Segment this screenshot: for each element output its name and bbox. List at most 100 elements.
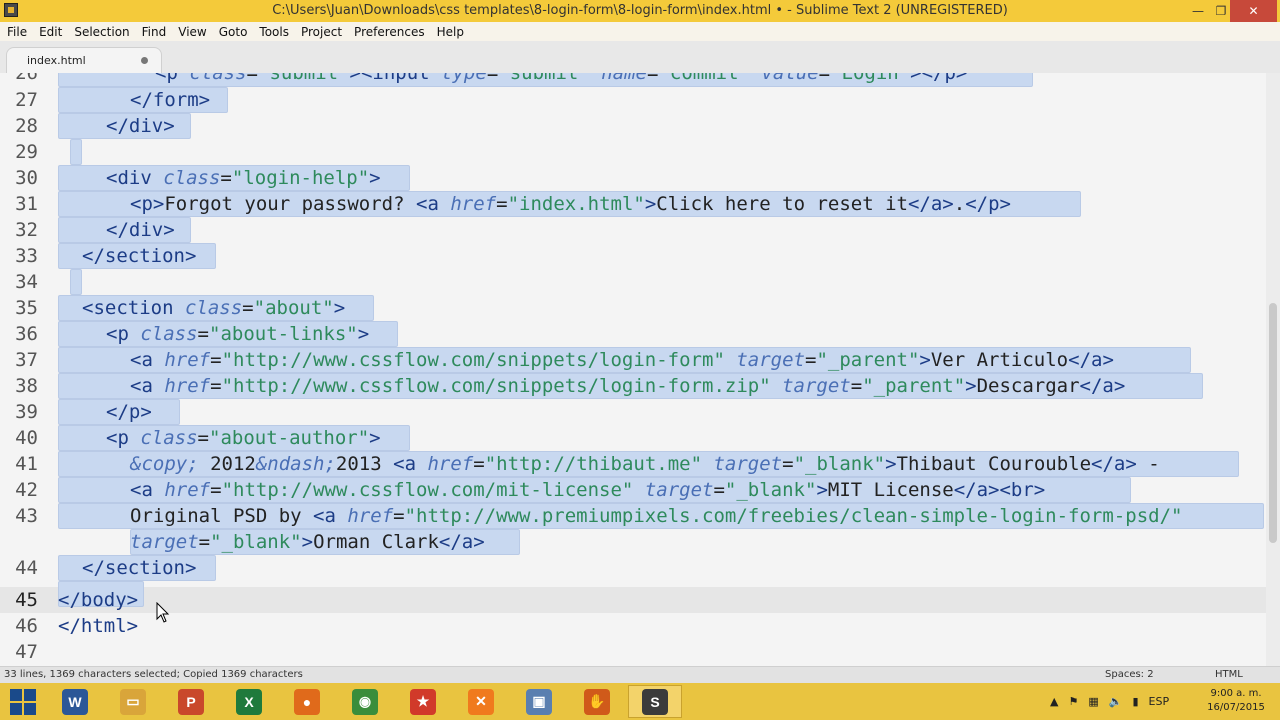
close-button[interactable]: ✕ [1230, 0, 1277, 22]
eq: = [713, 479, 725, 501]
string: "submit" [498, 73, 590, 84]
tag: > [965, 375, 977, 397]
line-number: 31 [15, 193, 38, 215]
text: Thibaut Courouble [896, 453, 1092, 475]
tag: > [301, 531, 314, 553]
code-editor[interactable]: 26 27 28 29 30 31 32 33 34 35 36 37 38 3… [0, 73, 1266, 666]
eq: = [210, 349, 222, 371]
code-line-36: <p class="about-links"> [106, 321, 369, 347]
menu-preferences[interactable]: Preferences [354, 25, 425, 39]
vertical-scrollbar[interactable] [1266, 73, 1280, 666]
string: "Login" [830, 73, 911, 84]
taskbar-hand-app-button[interactable]: ✋ [570, 685, 624, 718]
line-number: 46 [15, 615, 38, 637]
taskbar-sublime-button[interactable]: S [628, 685, 682, 718]
taskbar-powerpoint-button[interactable]: P [164, 685, 218, 718]
line-number: 26 [15, 73, 38, 84]
text: MIT License [827, 479, 954, 501]
taskbar-word-button[interactable]: W [48, 685, 102, 718]
menu-edit[interactable]: Edit [39, 25, 62, 39]
signal-icon[interactable]: ▮ [1132, 695, 1138, 708]
attr: href [164, 349, 211, 371]
menu-view[interactable]: View [178, 25, 206, 39]
attr: href [164, 479, 211, 501]
tag: <p> [130, 193, 165, 215]
text: . [953, 193, 966, 215]
tag: > [644, 193, 657, 215]
flag-icon[interactable]: ⚑ [1068, 695, 1078, 708]
eq: = [220, 167, 232, 189]
eq: = [197, 427, 209, 449]
windows-taskbar: W ▭ P X ● ◉ ★ ✕ ▣ ✋ S ▲ ⚑ ▦ 🔈 ▮ ESP 9:00 a. m. 16/… [0, 683, 1280, 720]
menu-project[interactable]: Project [301, 25, 342, 39]
taskbar-virtualbox-button[interactable]: ▣ [512, 685, 566, 718]
text: Descargar [976, 375, 1080, 397]
line-number: 27 [15, 89, 38, 111]
attr: href [347, 505, 394, 527]
eq: = [197, 323, 209, 345]
string: "http://www.cssflow.com/mit-license" [221, 479, 634, 501]
unsaved-dot-icon[interactable] [141, 57, 148, 64]
line-number: 28 [15, 115, 38, 137]
network-icon[interactable]: ▦ [1088, 695, 1098, 708]
code-line-43-wrap: target="_blank">Orman Clark</a> [130, 529, 485, 555]
volume-icon[interactable]: 🔈 [1109, 695, 1123, 708]
tag: </a> [1079, 375, 1126, 397]
tag: > [357, 323, 370, 345]
tag: </a> [1068, 349, 1114, 371]
tag: <a [416, 193, 439, 215]
menu-file[interactable]: File [7, 25, 27, 39]
selection-block [70, 139, 82, 165]
string: "_blank" [210, 531, 302, 553]
code-line-35: <section class="about"> [82, 295, 345, 321]
show-hidden-icons-icon[interactable]: ▲ [1050, 695, 1058, 708]
code-line-33: </section> [82, 245, 197, 267]
tab-bar: index.html [0, 41, 1280, 73]
line-number: 36 [15, 323, 38, 345]
scrollbar-thumb[interactable] [1269, 303, 1277, 543]
tab-index-html[interactable]: index.html [6, 47, 162, 73]
line-number: 39 [15, 401, 38, 423]
firefox-icon: ● [294, 688, 320, 715]
language-indicator[interactable]: ESP [1149, 695, 1170, 708]
attr: target [644, 479, 714, 501]
eq: = [818, 73, 831, 84]
taskbar-excel-button[interactable]: X [222, 685, 276, 718]
taskbar-chrome-button[interactable]: ◉ [338, 685, 392, 718]
code-line-31: <p>Forgot your password? <a href="index.… [130, 191, 1011, 217]
string: "_parent" [816, 349, 920, 371]
code-line-26: <p class="submit"><input type="submit" n… [155, 73, 967, 86]
menu-tools[interactable]: Tools [259, 25, 289, 39]
tag: <a [130, 349, 153, 371]
code-line-39: </p> [106, 401, 152, 423]
current-line-highlight [0, 587, 1266, 613]
text: Orman Clark [313, 531, 439, 553]
string: "http://www.premiumpixels.com/freebies/c… [404, 505, 1183, 527]
eq: = [473, 453, 485, 475]
taskbar-firefox-button[interactable]: ● [280, 685, 334, 718]
tag: > [885, 453, 897, 475]
menu-help[interactable]: Help [437, 25, 464, 39]
menu-find[interactable]: Find [142, 25, 167, 39]
attr: target [713, 453, 783, 475]
taskbar-star-app-button[interactable]: ★ [396, 685, 450, 718]
start-button-windows-icon[interactable] [8, 687, 38, 716]
eq: = [647, 73, 659, 84]
tag: ><input [349, 73, 430, 84]
attr: href [427, 453, 474, 475]
tag: > [333, 297, 346, 319]
line-number-gutter[interactable]: 26 27 28 29 30 31 32 33 34 35 36 37 38 3… [0, 73, 48, 666]
tag: > [919, 349, 931, 371]
system-clock[interactable]: 9:00 a. m. 16/07/2015 [1200, 687, 1272, 715]
taskbar-xampp-button[interactable]: ✕ [454, 685, 508, 718]
tag: <a [130, 479, 153, 501]
indentation-setting[interactable]: Spaces: 2 [1105, 669, 1154, 680]
menu-goto[interactable]: Goto [219, 25, 248, 39]
eq: = [486, 73, 499, 84]
syntax-setting[interactable]: HTML [1215, 669, 1243, 680]
eq: = [210, 479, 222, 501]
menu-selection[interactable]: Selection [74, 25, 129, 39]
entity: &copy; [130, 453, 199, 475]
window-title: C:\Users\Juan\Downloads\css templates\8-… [272, 3, 1008, 18]
taskbar-explorer-button[interactable]: ▭ [106, 685, 160, 718]
